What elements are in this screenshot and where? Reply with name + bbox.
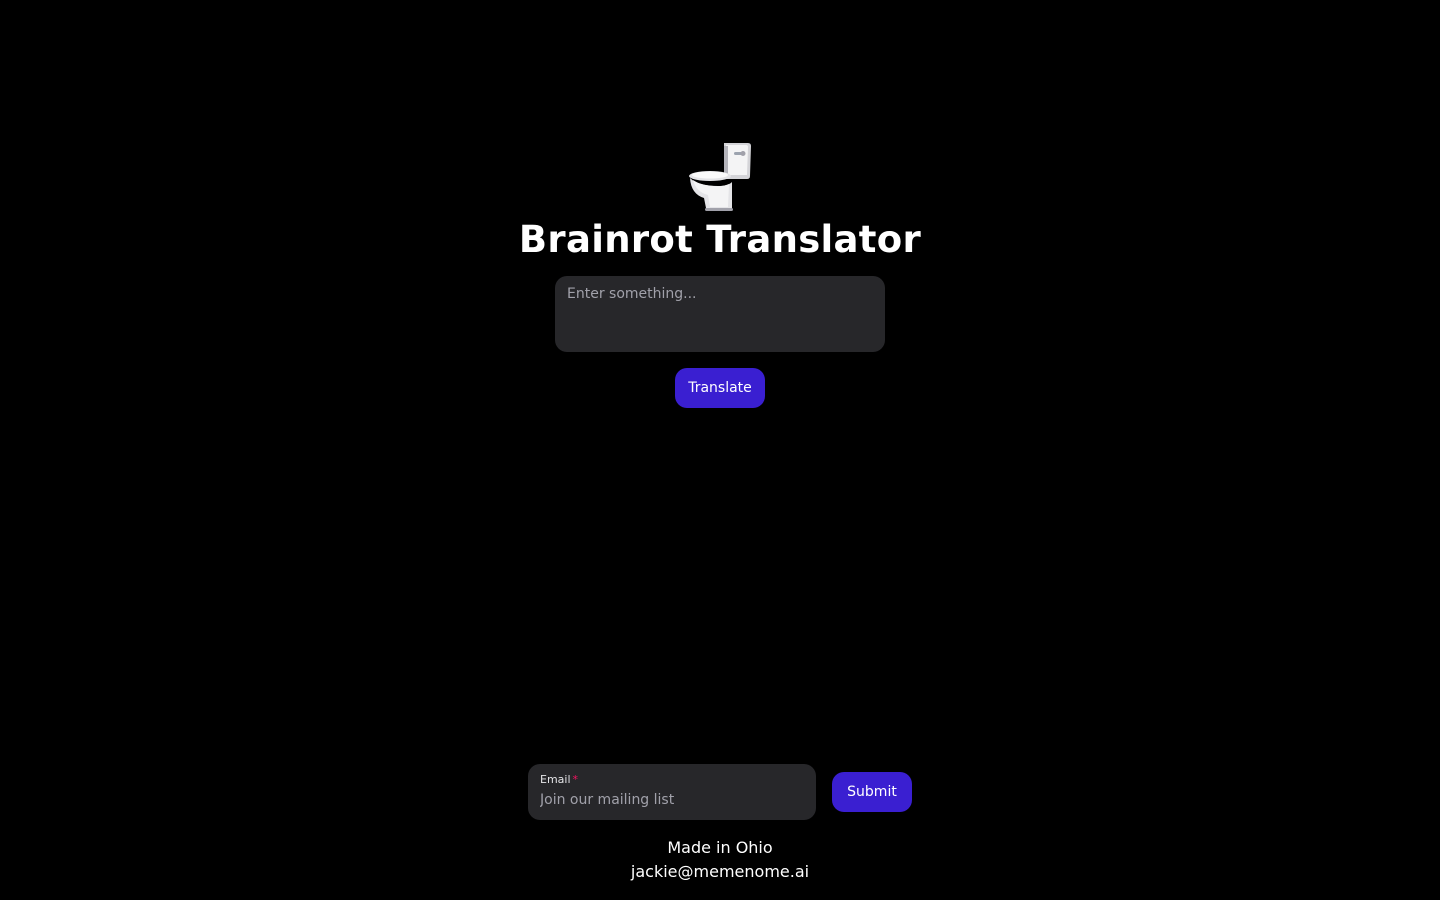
translate-input[interactable] (555, 276, 885, 352)
email-input[interactable] (540, 790, 804, 810)
made-in-text: Made in Ohio (667, 838, 773, 857)
required-marker: * (572, 773, 579, 786)
email-label-text: Email (540, 773, 571, 786)
contact-email-link[interactable]: jackie@memenome.ai (0, 860, 1440, 884)
translate-button[interactable]: Translate (675, 368, 765, 408)
page-title: Brainrot Translator (518, 218, 922, 261)
page: Brainrot Translator Translate Email* Sub… (0, 0, 1440, 900)
email-field[interactable]: Email * (528, 764, 816, 820)
toilet-icon (689, 143, 751, 211)
submit-button[interactable]: Submit (832, 772, 912, 812)
email-label: Email * (540, 772, 804, 787)
